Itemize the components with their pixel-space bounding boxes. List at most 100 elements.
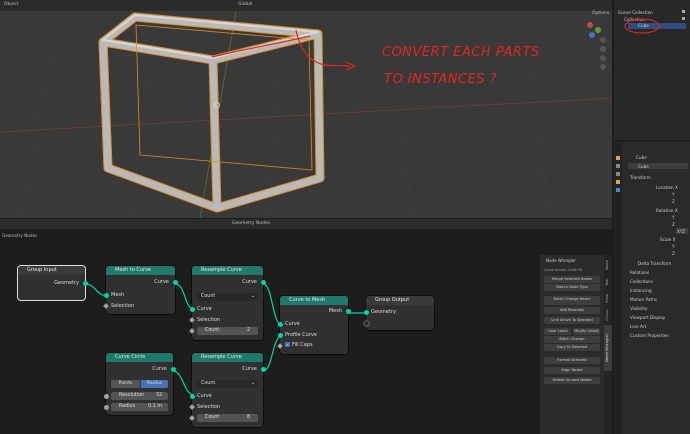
- mesh-to-curve-node[interactable]: Mesh to Curve Curve Mesh Selection: [103, 266, 178, 314]
- viewport-options-button[interactable]: Options: [592, 11, 609, 16]
- viewport-header: Object Global Options: [0, 0, 612, 16]
- tab-tool[interactable]: Tool: [604, 275, 612, 289]
- section-instancing[interactable]: Instancing: [630, 288, 652, 293]
- section-custom-properties[interactable]: Custom Properties: [630, 333, 669, 338]
- add-reroutes-button[interactable]: Add Reroutes: [544, 307, 600, 314]
- curve-input-socket[interactable]: [189, 394, 195, 399]
- visibility-icon[interactable]: [682, 10, 685, 13]
- tab-node[interactable]: Node: [604, 257, 612, 273]
- section-viewport-display[interactable]: Viewport Display: [630, 315, 665, 320]
- align-nodes-button[interactable]: Align Nodes: [544, 367, 600, 374]
- object-mode-label[interactable]: Object: [4, 2, 19, 7]
- format-selected-button[interactable]: Format Selected: [544, 357, 600, 364]
- curve-output-label: Curve: [154, 279, 169, 285]
- tool-icon[interactable]: [616, 156, 620, 160]
- curve-to-mesh-node[interactable]: Curve to Mesh Mesh Curve Profile Curve ✓…: [277, 296, 351, 354]
- curve-circle-header: Curve Circle: [106, 353, 173, 362]
- mesh-output-label: Mesh: [328, 308, 342, 314]
- resolution-field[interactable]: Resolution 32: [111, 392, 168, 400]
- curve-output-socket[interactable]: [260, 280, 266, 285]
- copy-to-selected-button[interactable]: Copy to Selected: [544, 344, 600, 351]
- group-output-node[interactable]: Group Output Geometry: [363, 296, 434, 330]
- tab-node-wrangler[interactable]: Node Wrangler: [604, 325, 612, 371]
- rotation-label: Rotation X: [656, 208, 678, 213]
- render-icon[interactable]: [616, 164, 620, 168]
- object-icon[interactable]: [616, 180, 620, 184]
- group-input-header: Group Input: [18, 266, 85, 275]
- transform-orientation-dropdown[interactable]: Global: [238, 2, 252, 7]
- group-input-geometry: Geometry: [54, 280, 79, 286]
- node-wrangler-title[interactable]: Node Wrangler: [546, 258, 576, 263]
- section-visibility[interactable]: Visibility: [630, 306, 648, 311]
- resample-mode-dropdown[interactable]: Count ⌄: [197, 293, 258, 301]
- section-line-art[interactable]: Line Art: [630, 324, 646, 329]
- sidebar-tabs: Node Tool View Group Node Wrangler: [604, 255, 612, 434]
- annotation-line-2: TO INSTANCES ?: [384, 72, 498, 87]
- node-tree-name[interactable]: Geometry Nodes: [232, 221, 270, 226]
- clear-label-button[interactable]: Clear Label: [544, 328, 571, 335]
- chevron-down-icon: ⌄: [250, 294, 255, 299]
- empty-socket[interactable]: [363, 321, 369, 326]
- merge-selected-nodes-button[interactable]: Merge Selected Nodes: [544, 276, 600, 283]
- transform-section[interactable]: Transform: [630, 175, 651, 180]
- mesh-to-curve-header: Mesh to Curve: [106, 266, 175, 275]
- resample-curve-header: Resample Curve: [192, 266, 263, 275]
- curve-output-socket[interactable]: [172, 280, 178, 285]
- points-mode-button[interactable]: Points: [111, 380, 140, 388]
- profile-curve-label: Profile Curve: [285, 332, 317, 338]
- batch-change-name-button[interactable]: Batch Change Name: [544, 296, 600, 305]
- annotation-line-1: CONVERT EACH PARTS: [382, 45, 540, 60]
- curve-circle-node[interactable]: Curve Circle Curve Points Radius Resolut…: [103, 353, 176, 415]
- resample-curve-node-2[interactable]: Resample Curve Curve Count ⌄ Curve Selec…: [189, 353, 266, 427]
- selection-label: Selection: [111, 303, 135, 309]
- scale-z-label: Z: [672, 251, 675, 256]
- profile-curve-socket[interactable]: [277, 333, 283, 338]
- object-name-field[interactable]: Cube: [628, 163, 688, 169]
- resolution-socket[interactable]: [103, 394, 109, 399]
- delete-unused-nodes-button[interactable]: Delete Unused Nodes: [544, 377, 600, 384]
- 3d-viewport[interactable]: Object Global Options CONVERT EACH PARTS…: [0, 0, 612, 218]
- mesh-input-socket[interactable]: [103, 293, 109, 298]
- radius-mode-button[interactable]: Radius: [141, 380, 168, 388]
- fill-caps-label: Fill Caps: [292, 342, 313, 348]
- curve-input-socket[interactable]: [277, 322, 283, 327]
- outliner-scene-collection[interactable]: Scene Collection: [618, 10, 653, 15]
- group-input-node[interactable]: Group Input Geometry: [18, 266, 88, 300]
- tab-view[interactable]: View: [604, 291, 612, 305]
- outliner-panel: Scene Collection Collection Cube: [614, 0, 690, 140]
- radius-socket[interactable]: [103, 405, 109, 410]
- count-field[interactable]: Count 2: [197, 327, 258, 335]
- resample-curve-node[interactable]: Resample Curve Curve Count ⌄ Curve Selec…: [189, 266, 266, 340]
- object-name-label: Cube: [636, 155, 647, 160]
- section-collections[interactable]: Collections: [630, 279, 653, 284]
- rotation-y-label: Y: [672, 215, 675, 220]
- link-active-to-selected-button[interactable]: Link Active To Selected: [544, 317, 600, 324]
- section-motion-paths[interactable]: Motion Paths: [630, 297, 657, 302]
- batch-change-button[interactable]: Batch Change: [544, 336, 600, 343]
- location-y-label: Y: [672, 192, 675, 197]
- geometry-input-socket[interactable]: [363, 310, 369, 315]
- location-z-label: Z: [672, 199, 675, 204]
- section-relations[interactable]: Relations: [630, 270, 649, 275]
- modifier-icon[interactable]: [616, 188, 620, 192]
- geometry-socket[interactable]: [82, 281, 88, 286]
- count-field[interactable]: Count 8: [197, 414, 258, 422]
- rotation-mode-dropdown[interactable]: XYZ: [676, 228, 688, 234]
- radius-field[interactable]: Radius 0.1 m: [111, 403, 168, 411]
- curve-output-socket[interactable]: [170, 367, 176, 372]
- mesh-input-label: Mesh: [111, 292, 125, 298]
- curve-output-socket[interactable]: [260, 367, 266, 372]
- curve-input-socket[interactable]: [189, 307, 195, 312]
- curve-input-label: Curve: [197, 393, 212, 399]
- switch-node-type-button[interactable]: Switch Node Type: [544, 284, 600, 291]
- selection-label: Selection: [197, 404, 221, 410]
- mesh-output-socket[interactable]: [345, 309, 351, 314]
- delta-transform-section[interactable]: Delta Transform: [638, 261, 671, 266]
- tab-group[interactable]: Group: [604, 307, 612, 323]
- output-icon[interactable]: [616, 172, 620, 176]
- visibility-icon[interactable]: [682, 17, 685, 20]
- resample-mode-dropdown[interactable]: Count ⌄: [197, 380, 258, 388]
- fill-caps-checkbox[interactable]: ✓: [285, 342, 290, 347]
- modify-labels-button[interactable]: Modify Labels: [573, 328, 600, 335]
- curve-to-mesh-header: Curve to Mesh: [280, 296, 348, 305]
